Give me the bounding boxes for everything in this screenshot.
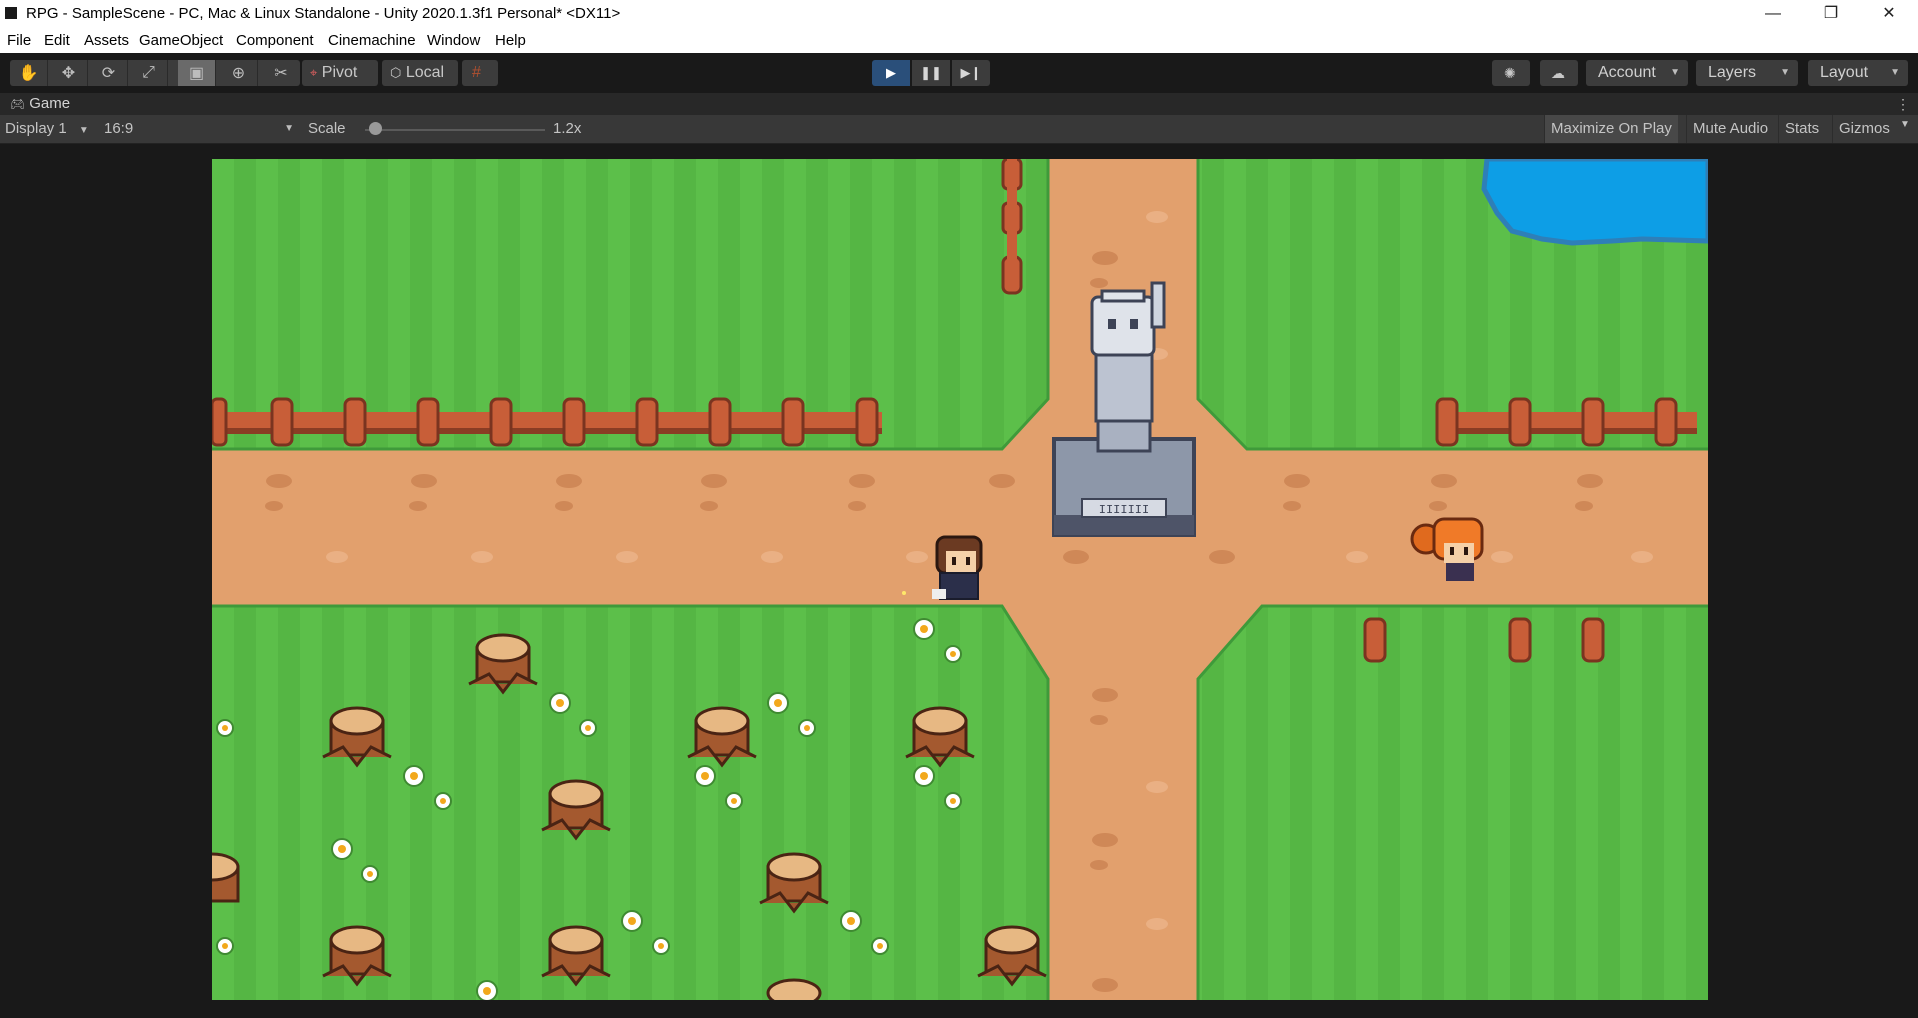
aspect-dropdown[interactable]: 16:9 ▼ bbox=[104, 120, 294, 137]
scale-label: Scale bbox=[308, 120, 346, 137]
menu-file[interactable]: File bbox=[7, 32, 31, 49]
menu-help[interactable]: Help bbox=[495, 32, 526, 49]
menu-cinemachine[interactable]: Cinemachine bbox=[328, 32, 416, 49]
step-button[interactable]: ▶❙ bbox=[952, 60, 990, 86]
statue-plaque: IIIIIII bbox=[1099, 503, 1149, 517]
scale-slider-handle[interactable] bbox=[369, 122, 383, 135]
fence-vertical-rail bbox=[1007, 159, 1017, 279]
tab-game[interactable]: 🎮︎ Game bbox=[0, 93, 82, 115]
transform-tool-icon[interactable]: ⊕ bbox=[220, 60, 258, 86]
menu-edit[interactable]: Edit bbox=[44, 32, 70, 49]
layers-label: Layers bbox=[1708, 64, 1757, 81]
stats-toggle[interactable]: Stats bbox=[1778, 115, 1825, 143]
chevron-down-icon: ▼ bbox=[1670, 67, 1680, 78]
game-scene: IIIIIII bbox=[212, 159, 1708, 1000]
window-titlebar: RPG - SampleScene - PC, Mac & Linux Stan… bbox=[0, 0, 1918, 28]
scale-tool-icon[interactable]: ⤢ bbox=[130, 60, 168, 86]
layout-label: Layout bbox=[1820, 64, 1869, 81]
water-pond bbox=[1481, 159, 1708, 246]
display-label: Display 1 bbox=[5, 120, 67, 137]
pause-button[interactable]: ❚❚ bbox=[912, 60, 950, 86]
local-toggle[interactable]: ⬡ Local bbox=[382, 60, 458, 86]
maximize-on-play-toggle[interactable]: Maximize On Play bbox=[1544, 115, 1678, 143]
cloud-icon[interactable]: ☁ bbox=[1540, 60, 1578, 86]
rect-tool-icon[interactable]: ▣ bbox=[178, 60, 216, 86]
gizmos-chevron-down-icon[interactable]: ▼ bbox=[1900, 119, 1910, 130]
grid-snap-icon[interactable]: # bbox=[462, 60, 498, 86]
aspect-label: 16:9 bbox=[104, 120, 134, 137]
game-view-toolbar: Display 1 ▼ 16:9 ▼ Scale 1.2x Maximize O… bbox=[0, 115, 1918, 144]
menu-assets[interactable]: Assets bbox=[84, 32, 129, 49]
chevron-down-icon: ▼ bbox=[1890, 67, 1900, 78]
pivot-toggle[interactable]: ⌖ Pivot bbox=[302, 60, 378, 86]
collab-icon[interactable]: ✺ bbox=[1492, 60, 1530, 86]
gizmos-toggle[interactable]: Gizmos bbox=[1832, 115, 1896, 143]
menu-gameobject[interactable]: GameObject bbox=[139, 32, 223, 49]
minimize-button[interactable]: — bbox=[1746, 0, 1800, 28]
menu-bar: File Edit Assets GameObject Component Ci… bbox=[0, 28, 1918, 53]
account-dropdown[interactable]: Account ▼ bbox=[1586, 60, 1688, 86]
account-label: Account bbox=[1598, 64, 1656, 81]
pivot-icon: ⌖ bbox=[310, 65, 318, 80]
layout-dropdown[interactable]: Layout ▼ bbox=[1808, 60, 1908, 86]
game-viewport[interactable]: IIIIIII bbox=[212, 159, 1708, 1000]
move-tool-icon[interactable]: ✥ bbox=[50, 60, 88, 86]
hand-tool-icon[interactable]: ✋ bbox=[10, 60, 48, 86]
unity-app-icon bbox=[5, 7, 17, 19]
local-label: Local bbox=[405, 64, 445, 81]
mute-audio-toggle[interactable]: Mute Audio bbox=[1686, 115, 1774, 143]
game-tab-bar: 🎮︎ Game ⋮ bbox=[0, 93, 1918, 115]
chevron-down-icon: ▼ bbox=[1780, 67, 1790, 78]
play-button[interactable]: ▶ bbox=[872, 60, 910, 86]
tool-group: ✋ ✥ ⟳ ⤢ ▣ ⊕ ✂ bbox=[10, 60, 300, 86]
gamepad-icon: 🎮︎ bbox=[10, 97, 26, 111]
main-toolbar: ✋ ✥ ⟳ ⤢ ▣ ⊕ ✂ ⌖ Pivot ⬡ Local # ▶ ❚❚ ▶❙ … bbox=[0, 53, 1918, 93]
local-cube-icon: ⬡ bbox=[390, 65, 402, 80]
tab-game-label: Game bbox=[29, 95, 71, 112]
close-button[interactable]: ✕ bbox=[1862, 0, 1916, 28]
scale-value: 1.2x bbox=[553, 120, 582, 137]
window-title: RPG - SampleScene - PC, Mac & Linux Stan… bbox=[26, 5, 621, 22]
chevron-down-icon: ▼ bbox=[78, 125, 89, 136]
rotate-tool-icon[interactable]: ⟳ bbox=[90, 60, 128, 86]
restore-button[interactable]: ❐ bbox=[1804, 0, 1858, 28]
chevron-down-icon: ▼ bbox=[284, 123, 294, 134]
scale-slider-track[interactable] bbox=[365, 129, 545, 131]
layers-dropdown[interactable]: Layers ▼ bbox=[1696, 60, 1798, 86]
menu-component[interactable]: Component bbox=[236, 32, 314, 49]
pivot-label: Pivot bbox=[321, 64, 358, 81]
more-options-icon[interactable]: ⋮ bbox=[1896, 93, 1910, 115]
display-dropdown[interactable]: Display 1 ▼ bbox=[5, 120, 89, 137]
menu-window[interactable]: Window bbox=[427, 32, 480, 49]
custom-tool-icon[interactable]: ✂ bbox=[262, 60, 300, 86]
